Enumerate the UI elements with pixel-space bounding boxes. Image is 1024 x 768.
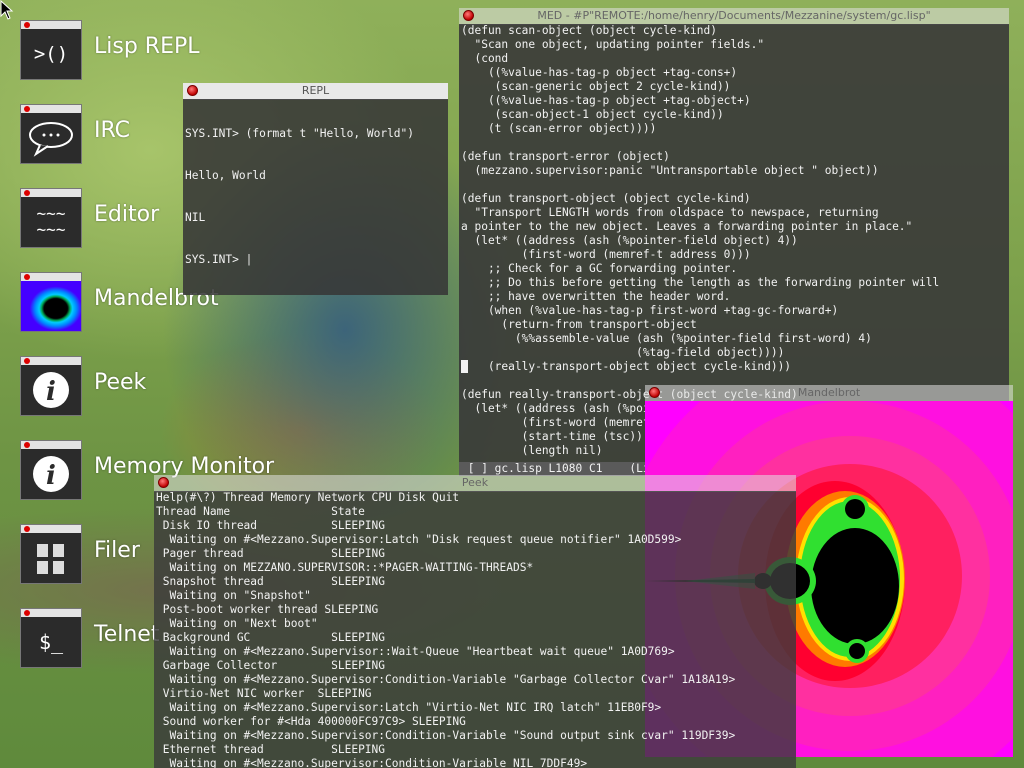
close-dot-icon [24, 526, 30, 532]
code-line: (let* ((address (ash (%pointer-field obj… [461, 234, 798, 247]
thread-line: Waiting on "Next boot" [156, 617, 318, 630]
code-line: ((%value-has-tag-p object +tag-cons+) [461, 66, 738, 79]
window-title: MED - #P"REMOTE:/home/henry/Documents/Me… [537, 9, 931, 22]
code-line: (t (scan-error object)))) [461, 122, 657, 135]
close-dot-icon [24, 358, 30, 364]
svg-text:i: i [46, 377, 56, 407]
peek-window[interactable]: Peek Help(#\?) Thread Memory Network CPU… [154, 475, 796, 768]
code-line: (%%assemble-value (ash (%pointer-field f… [461, 332, 872, 345]
thread-line: Waiting on #<Mezzano.Supervisor:Conditio… [156, 757, 588, 768]
code-line: (defun scan-object (object cycle-kind) [461, 24, 717, 37]
code-line: ;; have overwritten the header word. [461, 290, 731, 303]
repl-window[interactable]: REPL SYS.INT> (format t "Hello, World") … [183, 83, 448, 295]
thread-line: Thread Name State [156, 505, 365, 518]
close-button-icon[interactable] [187, 85, 198, 96]
thread-line: Waiting on #<Mezzano.Supervisor::Wait-Qu… [156, 645, 675, 658]
code-line: (%tag-field object)))) [461, 346, 785, 359]
repl-titlebar[interactable]: REPL [183, 83, 448, 100]
code-line: (scan-object-1 object cycle-kind)) [461, 108, 724, 121]
svg-text:i: i [46, 461, 56, 491]
peek-titlebar[interactable]: Peek [154, 475, 796, 492]
thread-line: Background GC SLEEPING [156, 631, 386, 644]
thread-line: Waiting on #<Mezzano.Supervisor:Latch "D… [156, 533, 682, 546]
code-line: (scan-generic object 2 cycle-kind)) [461, 80, 731, 93]
code-line: (mezzano.supervisor:panic "Untransportab… [461, 164, 879, 177]
launcher-label: IRC [94, 118, 131, 143]
launcher-label: Lisp REPL [94, 34, 200, 59]
window-title: Peek [461, 476, 489, 489]
launcher-lisp-repl[interactable]: >() Lisp REPL [20, 20, 320, 84]
memory-monitor-info-icon: i [21, 449, 81, 499]
med-titlebar[interactable]: MED - #P"REMOTE:/home/henry/Documents/Me… [459, 8, 1009, 25]
mandelbrot-titlebar[interactable]: Mandelbrot [645, 385, 1013, 402]
thread-line: Virtio-Net NIC worker SLEEPING [156, 687, 372, 700]
thread-line: Waiting on "Snapshot" [156, 589, 311, 602]
close-dot-icon [24, 610, 30, 616]
thread-line: Post-boot worker thread SLEEPING [156, 603, 379, 616]
launcher-label: Telnet [94, 622, 160, 647]
thread-line: Waiting on #<Mezzano.Supervisor:Latch "V… [156, 701, 662, 714]
close-dot-icon [24, 274, 30, 280]
mandelbrot-icon [21, 281, 81, 331]
close-dot-icon [24, 22, 30, 28]
repl-line: SYS.INT> (format t "Hello, World") [185, 127, 415, 140]
window-title: Mandelbrot [797, 386, 861, 399]
thread-line: Waiting on #<Mezzano.Supervisor:Conditio… [156, 729, 736, 742]
filer-icon [21, 533, 81, 583]
code-line: (first-word (memref-t address 0))) [461, 248, 751, 261]
code-line: (defun transport-object (object cycle-ki… [461, 192, 751, 205]
peek-menu-bar[interactable]: Help(#\?) Thread Memory Network CPU Disk… [156, 491, 796, 505]
close-button-icon[interactable] [158, 477, 169, 488]
lisp-repl-icon: >() [33, 43, 69, 65]
launcher-label: Filer [94, 538, 140, 563]
telnet-icon: $_ [38, 630, 64, 654]
repl-line: NIL [185, 211, 206, 224]
thread-line: Ethernet thread SLEEPING [156, 743, 386, 756]
code-line: ;; Do this before getting the length as … [461, 276, 940, 289]
code-line: "Transport LENGTH words from oldspace to… [461, 206, 879, 219]
thread-line: Waiting on #<Mezzano.Supervisor:Conditio… [156, 673, 736, 686]
launcher-peek[interactable]: i Peek [20, 356, 320, 420]
close-button-icon[interactable] [463, 10, 474, 21]
close-dot-icon [24, 106, 30, 112]
code-line: ;; Check for a GC forwarding pointer. [461, 262, 738, 275]
close-dot-icon [24, 442, 30, 448]
code-line: (when (%value-has-tag-p first-word +tag-… [461, 304, 839, 317]
thread-line: Disk IO thread SLEEPING [156, 519, 386, 532]
code-line: (cond [461, 52, 509, 65]
editor-icon: ~~~ ~~~ [36, 204, 66, 239]
code-line: (defun transport-error (object) [461, 150, 670, 163]
repl-prompt[interactable]: SYS.INT> | [185, 253, 448, 267]
thread-line: Waiting on MEZZANO.SUPERVISOR::*PAGER-WA… [156, 561, 534, 574]
peek-thread-list[interactable]: Help(#\?) Thread Memory Network CPU Disk… [154, 491, 796, 768]
code-line: (return-from transport-object [461, 318, 697, 331]
code-line: (really-transport-object object cycle-ki… [461, 360, 792, 373]
window-title: REPL [301, 84, 330, 97]
close-button-icon[interactable] [649, 387, 660, 398]
code-line: a pointer to the new object. Leaves a fo… [461, 220, 913, 233]
launcher-label: Editor [94, 202, 160, 227]
code-line: "Scan one object, updating pointer field… [461, 38, 765, 51]
irc-icon [21, 113, 81, 163]
thread-line: Garbage Collector SLEEPING [156, 659, 386, 672]
peek-info-icon: i [21, 365, 81, 415]
thread-line: Snapshot thread SLEEPING [156, 575, 386, 588]
code-line: ((%value-has-tag-p object +tag-object+) [461, 94, 751, 107]
close-dot-icon [24, 190, 30, 196]
repl-output[interactable]: SYS.INT> (format t "Hello, World") Hello… [183, 99, 448, 295]
thread-line: Pager thread SLEEPING [156, 547, 386, 560]
thread-line: Sound worker for #<Hda 400000FC97C9> SLE… [156, 715, 466, 728]
launcher-label: Peek [94, 370, 147, 395]
repl-line: Hello, World [185, 169, 266, 182]
text-cursor [461, 360, 468, 373]
